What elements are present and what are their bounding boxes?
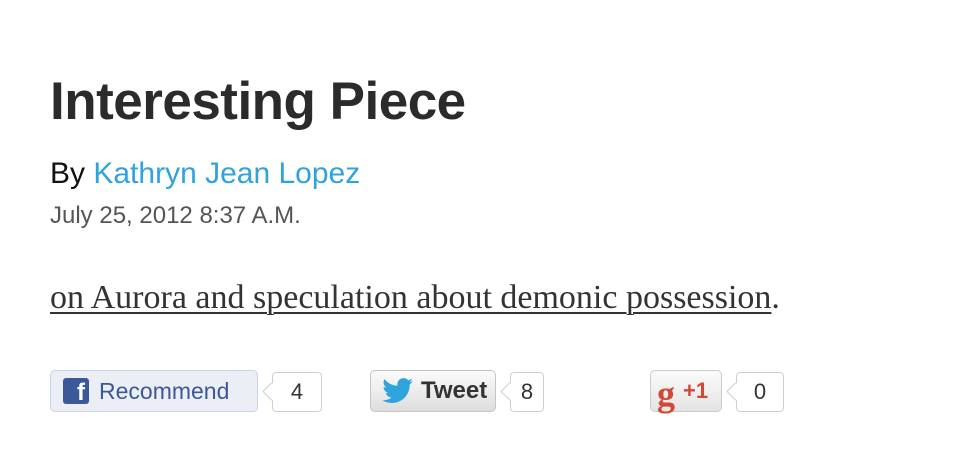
article-title: Interesting Piece — [50, 72, 466, 131]
google-plus-one-button[interactable]: g +1 — [650, 370, 722, 412]
share-bar: f Recommend 4 Tweet 8 g +1 0 — [50, 370, 950, 416]
tweet-button[interactable]: Tweet — [370, 370, 496, 412]
article-body-suffix: . — [771, 279, 780, 316]
tweet-label: Tweet — [421, 377, 488, 404]
byline-prefix: By — [50, 157, 94, 190]
byline: By Kathryn Jean Lopez — [50, 156, 360, 192]
google-icon: g — [657, 374, 675, 414]
google-plus-one-label: +1 — [683, 378, 709, 403]
facebook-count: 4 — [272, 372, 322, 412]
publish-date: July 25, 2012 8:37 A.M. — [50, 202, 301, 229]
author-link[interactable]: Kathryn Jean Lopez — [93, 157, 360, 190]
article-body: on Aurora and speculation about demonic … — [50, 276, 780, 320]
google-plus-count: 0 — [736, 372, 784, 412]
facebook-icon: f — [63, 378, 89, 404]
facebook-recommend-button[interactable]: f Recommend — [50, 370, 258, 412]
facebook-recommend-label: Recommend — [99, 377, 230, 404]
twitter-count: 8 — [510, 372, 544, 412]
twitter-bird-icon — [382, 378, 414, 403]
article-body-link[interactable]: on Aurora and speculation about demonic … — [50, 279, 771, 316]
